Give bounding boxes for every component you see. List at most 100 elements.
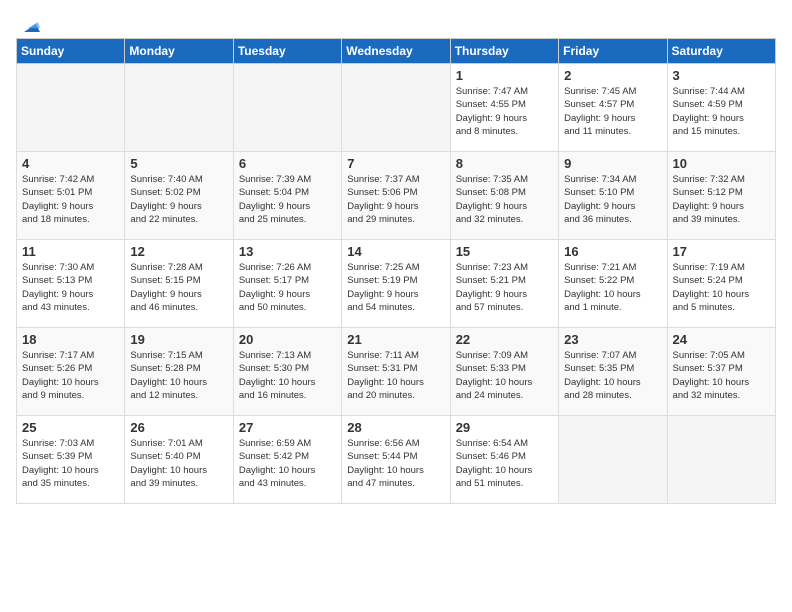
- day-number: 26: [130, 420, 227, 435]
- day-cell: [125, 64, 233, 152]
- day-info: Sunrise: 7:17 AM Sunset: 5:26 PM Dayligh…: [22, 349, 119, 402]
- week-row-4: 25 Sunrise: 7:03 AM Sunset: 5:39 PM Dayli…: [17, 416, 776, 504]
- day-cell: 29 Sunrise: 6:54 AM Sunset: 5:46 PM Dayli…: [450, 416, 558, 504]
- week-row-0: 1 Sunrise: 7:47 AM Sunset: 4:55 PM Daylig…: [17, 64, 776, 152]
- day-info: Sunrise: 7:42 AM Sunset: 5:01 PM Dayligh…: [22, 173, 119, 226]
- day-cell: 2 Sunrise: 7:45 AM Sunset: 4:57 PM Daylig…: [559, 64, 667, 152]
- day-cell: 12 Sunrise: 7:28 AM Sunset: 5:15 PM Dayli…: [125, 240, 233, 328]
- day-info: Sunrise: 6:54 AM Sunset: 5:46 PM Dayligh…: [456, 437, 553, 490]
- header-cell-sunday: Sunday: [17, 39, 125, 64]
- header-cell-friday: Friday: [559, 39, 667, 64]
- day-info: Sunrise: 7:11 AM Sunset: 5:31 PM Dayligh…: [347, 349, 444, 402]
- day-cell: 14Sunrise: 7:25 AM Sunset: 5:19 PM Dayli…: [342, 240, 450, 328]
- day-number: 28: [347, 420, 444, 435]
- calendar-table: SundayMondayTuesdayWednesdayThursdayFrid…: [16, 38, 776, 504]
- day-cell: 26Sunrise: 7:01 AM Sunset: 5:40 PM Dayli…: [125, 416, 233, 504]
- day-number: 16: [564, 244, 661, 259]
- week-row-2: 11 Sunrise: 7:30 AM Sunset: 5:13 PM Dayli…: [17, 240, 776, 328]
- day-info: Sunrise: 7:09 AM Sunset: 5:33 PM Dayligh…: [456, 349, 553, 402]
- day-info: Sunrise: 7:34 AM Sunset: 5:10 PM Dayligh…: [564, 173, 661, 226]
- day-number: 15: [456, 244, 553, 259]
- day-info: Sunrise: 7:05 AM Sunset: 5:37 PM Dayligh…: [673, 349, 770, 402]
- day-info: Sunrise: 7:45 AM Sunset: 4:57 PM Dayligh…: [564, 85, 661, 138]
- day-info: Sunrise: 7:13 AM Sunset: 5:30 PM Dayligh…: [239, 349, 336, 402]
- day-info: Sunrise: 7:39 AM Sunset: 5:04 PM Dayligh…: [239, 173, 336, 226]
- day-number: 22: [456, 332, 553, 347]
- day-cell: 4 Sunrise: 7:42 AM Sunset: 5:01 PM Daylig…: [17, 152, 125, 240]
- day-number: 24: [673, 332, 770, 347]
- day-info: Sunrise: 7:28 AM Sunset: 5:15 PM Dayligh…: [130, 261, 227, 314]
- day-cell: [667, 416, 775, 504]
- day-number: 3: [673, 68, 770, 83]
- day-info: Sunrise: 7:26 AM Sunset: 5:17 PM Dayligh…: [239, 261, 336, 314]
- day-cell: [559, 416, 667, 504]
- day-cell: 24 Sunrise: 7:05 AM Sunset: 5:37 PM Dayli…: [667, 328, 775, 416]
- day-info: Sunrise: 7:30 AM Sunset: 5:13 PM Dayligh…: [22, 261, 119, 314]
- day-number: 17: [673, 244, 770, 259]
- day-number: 6: [239, 156, 336, 171]
- day-info: Sunrise: 7:37 AM Sunset: 5:06 PM Dayligh…: [347, 173, 444, 226]
- day-cell: 9 Sunrise: 7:34 AM Sunset: 5:10 PM Daylig…: [559, 152, 667, 240]
- day-cell: 28Sunrise: 6:56 AM Sunset: 5:44 PM Dayli…: [342, 416, 450, 504]
- day-number: 20: [239, 332, 336, 347]
- day-number: 5: [130, 156, 227, 171]
- day-number: 7: [347, 156, 444, 171]
- header-cell-wednesday: Wednesday: [342, 39, 450, 64]
- day-number: 29: [456, 420, 553, 435]
- header: [16, 16, 776, 30]
- day-cell: 13 Sunrise: 7:26 AM Sunset: 5:17 PM Dayli…: [233, 240, 341, 328]
- day-number: 2: [564, 68, 661, 83]
- day-cell: 22 Sunrise: 7:09 AM Sunset: 5:33 PM Dayli…: [450, 328, 558, 416]
- day-number: 4: [22, 156, 119, 171]
- day-cell: [233, 64, 341, 152]
- day-cell: 10Sunrise: 7:32 AM Sunset: 5:12 PM Dayli…: [667, 152, 775, 240]
- week-row-3: 18 Sunrise: 7:17 AM Sunset: 5:26 PM Dayli…: [17, 328, 776, 416]
- header-cell-tuesday: Tuesday: [233, 39, 341, 64]
- day-cell: 8 Sunrise: 7:35 AM Sunset: 5:08 PM Daylig…: [450, 152, 558, 240]
- day-info: Sunrise: 7:03 AM Sunset: 5:39 PM Dayligh…: [22, 437, 119, 490]
- day-cell: 15 Sunrise: 7:23 AM Sunset: 5:21 PM Dayli…: [450, 240, 558, 328]
- day-cell: [17, 64, 125, 152]
- day-cell: 11 Sunrise: 7:30 AM Sunset: 5:13 PM Dayli…: [17, 240, 125, 328]
- day-number: 10: [673, 156, 770, 171]
- day-number: 11: [22, 244, 119, 259]
- day-cell: 7 Sunrise: 7:37 AM Sunset: 5:06 PM Daylig…: [342, 152, 450, 240]
- day-cell: 5 Sunrise: 7:40 AM Sunset: 5:02 PM Daylig…: [125, 152, 233, 240]
- day-cell: 25 Sunrise: 7:03 AM Sunset: 5:39 PM Dayli…: [17, 416, 125, 504]
- day-info: Sunrise: 6:59 AM Sunset: 5:42 PM Dayligh…: [239, 437, 336, 490]
- logo-icon: [18, 14, 40, 36]
- day-info: Sunrise: 7:40 AM Sunset: 5:02 PM Dayligh…: [130, 173, 227, 226]
- day-cell: 18 Sunrise: 7:17 AM Sunset: 5:26 PM Dayli…: [17, 328, 125, 416]
- day-cell: 17 Sunrise: 7:19 AM Sunset: 5:24 PM Dayli…: [667, 240, 775, 328]
- day-cell: 20 Sunrise: 7:13 AM Sunset: 5:30 PM Dayli…: [233, 328, 341, 416]
- day-info: Sunrise: 7:47 AM Sunset: 4:55 PM Dayligh…: [456, 85, 553, 138]
- day-cell: 27 Sunrise: 6:59 AM Sunset: 5:42 PM Dayli…: [233, 416, 341, 504]
- day-number: 13: [239, 244, 336, 259]
- day-number: 23: [564, 332, 661, 347]
- week-row-1: 4 Sunrise: 7:42 AM Sunset: 5:01 PM Daylig…: [17, 152, 776, 240]
- day-info: Sunrise: 7:15 AM Sunset: 5:28 PM Dayligh…: [130, 349, 227, 402]
- day-number: 27: [239, 420, 336, 435]
- header-cell-thursday: Thursday: [450, 39, 558, 64]
- day-number: 12: [130, 244, 227, 259]
- day-cell: 1 Sunrise: 7:47 AM Sunset: 4:55 PM Daylig…: [450, 64, 558, 152]
- day-number: 18: [22, 332, 119, 347]
- logo: [16, 16, 40, 30]
- day-cell: 19 Sunrise: 7:15 AM Sunset: 5:28 PM Dayli…: [125, 328, 233, 416]
- day-info: Sunrise: 7:19 AM Sunset: 5:24 PM Dayligh…: [673, 261, 770, 314]
- day-info: Sunrise: 7:23 AM Sunset: 5:21 PM Dayligh…: [456, 261, 553, 314]
- day-info: Sunrise: 7:07 AM Sunset: 5:35 PM Dayligh…: [564, 349, 661, 402]
- day-cell: 21Sunrise: 7:11 AM Sunset: 5:31 PM Dayli…: [342, 328, 450, 416]
- day-info: Sunrise: 7:44 AM Sunset: 4:59 PM Dayligh…: [673, 85, 770, 138]
- day-info: Sunrise: 7:21 AM Sunset: 5:22 PM Dayligh…: [564, 261, 661, 314]
- day-cell: 3 Sunrise: 7:44 AM Sunset: 4:59 PM Daylig…: [667, 64, 775, 152]
- day-number: 1: [456, 68, 553, 83]
- day-number: 25: [22, 420, 119, 435]
- day-number: 8: [456, 156, 553, 171]
- day-cell: 6 Sunrise: 7:39 AM Sunset: 5:04 PM Daylig…: [233, 152, 341, 240]
- day-cell: 23 Sunrise: 7:07 AM Sunset: 5:35 PM Dayli…: [559, 328, 667, 416]
- day-info: Sunrise: 7:35 AM Sunset: 5:08 PM Dayligh…: [456, 173, 553, 226]
- day-number: 19: [130, 332, 227, 347]
- day-number: 9: [564, 156, 661, 171]
- header-cell-saturday: Saturday: [667, 39, 775, 64]
